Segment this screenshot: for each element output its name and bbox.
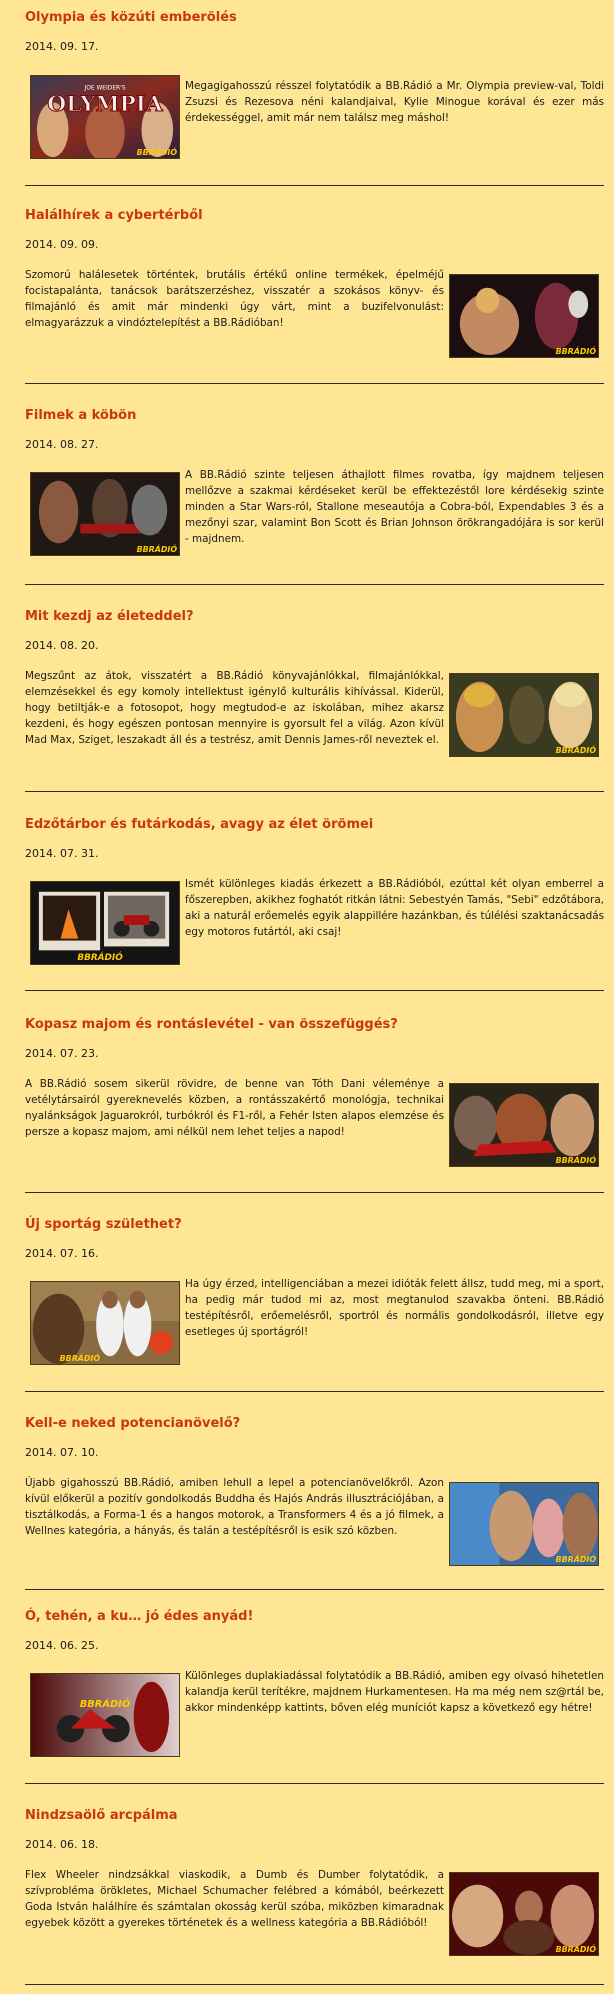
post-title[interactable]: Nindzsaölő arcpálma (25, 1808, 178, 1824)
post-thumbnail[interactable]: BBRÁDIÓ (449, 1482, 599, 1566)
post-body: Flex Wheeler nindzsákkal viaskodik, a Du… (25, 1869, 444, 1929)
post-item: Új sportág születhet? 2014. 07. 16. BBRÁ… (25, 1217, 604, 1407)
post-thumbnail[interactable]: BBRÁDIÓ (30, 1281, 180, 1365)
post-title[interactable]: Edzőtárbor és futárkodás, avagy az élet … (25, 817, 373, 833)
post-thumbnail[interactable]: BBRÁDIÓ (30, 1673, 180, 1757)
divider (25, 1589, 604, 1590)
post-body: Különleges duplakiadással folytatódik a … (185, 1670, 604, 1714)
post-date: 2014. 07. 23. (25, 1047, 99, 1060)
post-thumbnail[interactable]: BBRÁDIÓ (449, 1872, 599, 1956)
divider (25, 584, 604, 585)
brand-watermark: BBRÁDIÓ (556, 744, 597, 755)
divider (25, 791, 604, 792)
post-date: 2014. 08. 20. (25, 639, 99, 652)
divider (25, 383, 604, 384)
brand-watermark: BBRÁDIÓ (556, 1553, 597, 1564)
post-date: 2014. 07. 31. (25, 847, 99, 860)
post-thumbnail[interactable]: BBRÁDIÓ (449, 274, 599, 358)
post-thumbnail[interactable]: BBRÁDIÓ (449, 673, 599, 757)
divider (25, 1391, 604, 1392)
post-body: Megszűnt az átok, visszatért a BB.Rádió … (25, 670, 444, 746)
brand-watermark: BBRÁDIÓ (80, 1697, 130, 1710)
brand-watermark: BBRÁDIÓ (137, 146, 178, 157)
post-title[interactable]: Ó, tehén, a ku… jó édes anyád! (25, 1609, 253, 1625)
post-body: Megagigahosszú résszel folytatódik a BB.… (185, 80, 604, 124)
divider (25, 990, 604, 991)
post-title[interactable]: Olympia és közúti emberölés (25, 10, 237, 26)
post-title[interactable]: Új sportág születhet? (25, 1217, 182, 1233)
post-item: Nindzsaölő arcpálma 2014. 06. 18. Flex W… (25, 1808, 604, 1994)
brand-watermark: BBRÁDIÓ (77, 951, 123, 963)
brand-watermark: BBRÁDIÓ (556, 1154, 597, 1165)
brand-watermark: BBRÁDIÓ (60, 1352, 101, 1363)
post-body: A BB.Rádió sosem sikerül rövidre, de ben… (25, 1078, 444, 1138)
post-title[interactable]: Kopasz majom és rontáslevétel - van össz… (25, 1017, 398, 1033)
divider (25, 1783, 604, 1784)
post-title[interactable]: Halálhírek a cybertérből (25, 208, 203, 224)
post-date: 2014. 07. 10. (25, 1446, 99, 1459)
post-title[interactable]: Mit kezdj az életeddel? (25, 609, 194, 625)
post-item: Ó, tehén, a ku… jó édes anyád! 2014. 06.… (25, 1609, 604, 1799)
divider (25, 1984, 604, 1985)
post-item: Filmek a köbön 2014. 08. 27. BBRÁDIÓ A B… (25, 408, 604, 598)
post-body: Újabb gigahosszú BB.Rádió, amiben lehull… (25, 1477, 444, 1537)
post-thumbnail[interactable]: BBRÁDIÓ (30, 881, 180, 965)
post-body: Ha úgy érzed, intelligenciában a mezei i… (185, 1278, 604, 1338)
post-item: Halálhírek a cybertérből 2014. 09. 09. S… (25, 208, 604, 398)
post-date: 2014. 06. 25. (25, 1639, 99, 1652)
brand-watermark: BBRÁDIÓ (556, 345, 597, 356)
post-item: Olympia és közúti emberölés 2014. 09. 17… (25, 10, 604, 200)
post-item: Kopasz majom és rontáslevétel - van össz… (25, 1017, 604, 1207)
post-item: Edzőtárbor és futárkodás, avagy az élet … (25, 817, 604, 1007)
divider (25, 1192, 604, 1193)
post-date: 2014. 06. 18. (25, 1838, 99, 1851)
post-date: 2014. 07. 16. (25, 1247, 99, 1260)
post-body: A BB.Rádió szinte teljesen áthajlott fil… (185, 469, 604, 545)
post-title[interactable]: Kell-e neked potencianövelő? (25, 1416, 240, 1432)
divider (25, 185, 604, 186)
post-date: 2014. 09. 17. (25, 40, 99, 53)
post-body: Ismét különleges kiadás érkezett a BB.Rá… (185, 878, 604, 938)
image-caption: JOE WEIDER'S (83, 86, 125, 92)
post-body: Szomorú halálesetek történtek, brutális … (25, 269, 444, 329)
post-thumbnail[interactable]: JOE WEIDER'S OLYMPIA BBRÁDIÓ (30, 75, 180, 159)
post-thumbnail[interactable]: BBRÁDIÓ (449, 1083, 599, 1167)
post-date: 2014. 08. 27. (25, 438, 99, 451)
post-item: Kell-e neked potencianövelő? 2014. 07. 1… (25, 1416, 604, 1606)
post-thumbnail[interactable]: BBRÁDIÓ (30, 472, 180, 556)
image-logo-text: OLYMPIA (47, 92, 163, 117)
brand-watermark: BBRÁDIÓ (137, 543, 178, 554)
post-title[interactable]: Filmek a köbön (25, 408, 136, 424)
post-item: Mit kezdj az életeddel? 2014. 08. 20. Me… (25, 609, 604, 809)
post-date: 2014. 09. 09. (25, 238, 99, 251)
brand-watermark: BBRÁDIÓ (556, 1943, 597, 1954)
